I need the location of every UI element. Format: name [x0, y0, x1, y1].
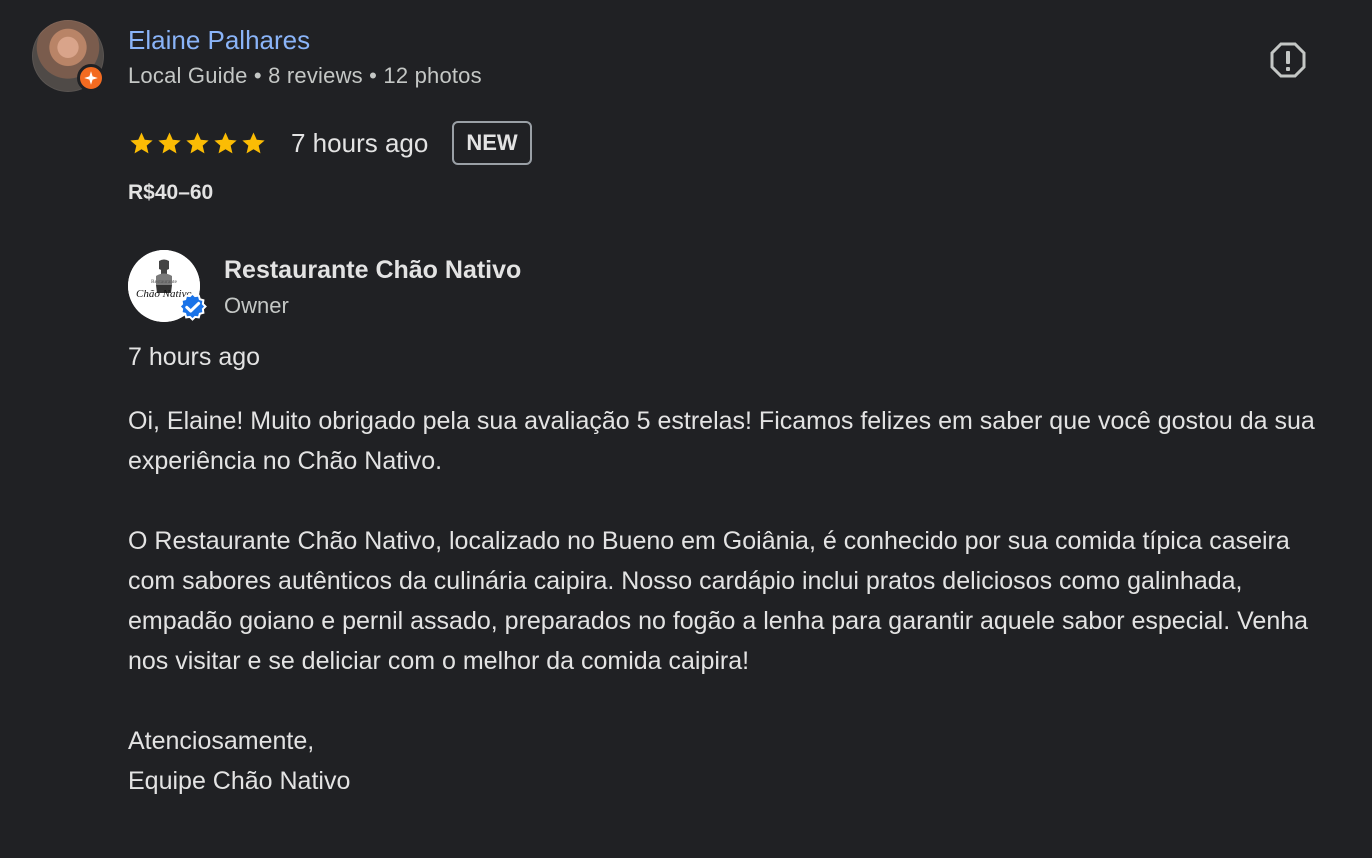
price-range: R$40–60 [128, 181, 214, 204]
reply-time: 7 hours ago [128, 343, 261, 371]
restaurant-logo-line1: Restaurante [151, 279, 178, 285]
star-icon [130, 131, 153, 153]
review-time: 7 hours ago [291, 128, 429, 158]
star-icon [242, 131, 265, 153]
reviewer-name[interactable]: Elaine Palhares [128, 24, 310, 56]
report-icon [1270, 42, 1306, 78]
owner-name[interactable]: Restaurante Chão Nativo [224, 254, 521, 286]
reply-signature: Equipe Chão Nativo [128, 767, 351, 795]
reply-paragraph: O Restaurante Chão Nativo, localizado no… [128, 527, 1309, 675]
local-guide-icon [77, 64, 105, 92]
star-icon [186, 131, 209, 153]
reply-paragraph: Oi, Elaine! Muito obrigado pela sua aval… [128, 407, 1315, 475]
new-badge: NEW [452, 121, 532, 165]
verified-icon [177, 292, 208, 323]
reply-signoff: Atenciosamente, Equipe Chão Nativo [128, 721, 1318, 801]
reply-body: Oi, Elaine! Muito obrigado pela sua aval… [128, 401, 1318, 801]
rating-row: 7 hours ago NEW [128, 119, 532, 167]
report-button[interactable] [1266, 38, 1310, 82]
reviewer-meta: Local Guide • 8 reviews • 12 photos [128, 63, 482, 88]
star-rating [128, 130, 267, 157]
star-icon [158, 131, 181, 153]
reply-closing: Atenciosamente, [128, 727, 315, 755]
owner-role: Owner [224, 293, 289, 318]
star-icon [214, 131, 237, 153]
